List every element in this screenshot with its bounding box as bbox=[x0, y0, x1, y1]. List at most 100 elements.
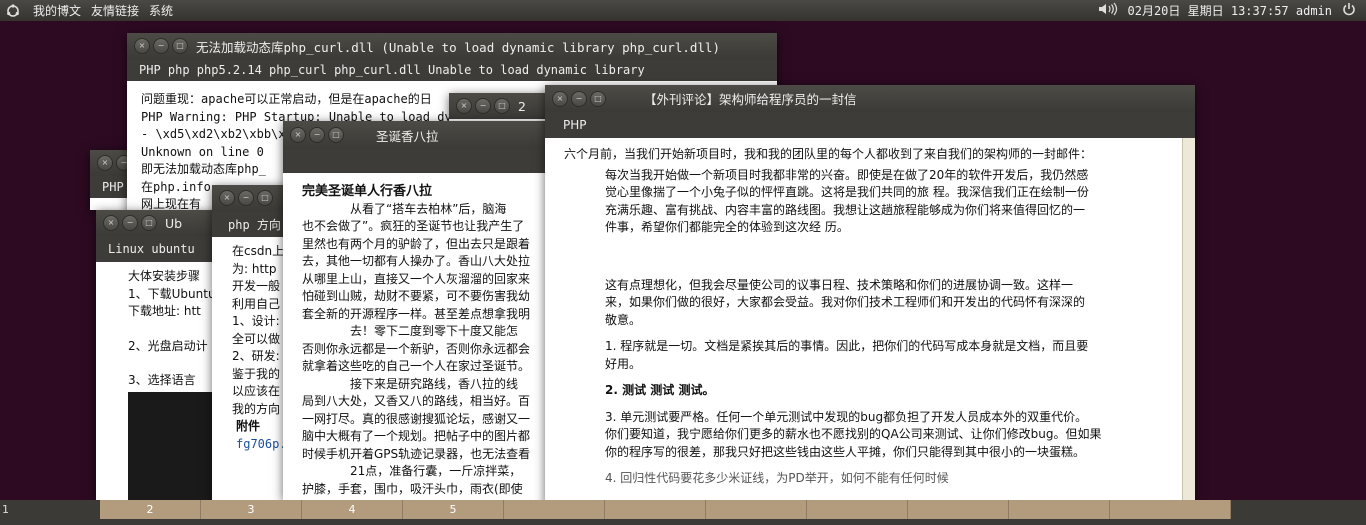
text-line: 21点，准备行囊，一斤凉拌菜， bbox=[302, 464, 522, 478]
paragraph: 3. 单元测试要严格。任何一个单元测试中发现的bug都负担了开发人员成本外的双重… bbox=[564, 409, 1175, 462]
paragraph: 4. 回归性代码要花多少米证线，为PD举开，如何不能有任何时候 bbox=[605, 471, 949, 485]
text-line: 2、研发: bbox=[232, 349, 280, 363]
maximize-icon[interactable]: □ bbox=[494, 98, 510, 114]
window-content: 六个月前，当我们开始新项目时，我和我的团队里的每个人都收到了来自我们的架构师的一… bbox=[545, 138, 1195, 488]
text-line: 从看了“搭车去柏林”后，脑海 bbox=[302, 201, 507, 216]
text-line: 鉴于我的 bbox=[232, 366, 281, 381]
text-line: 好用。 bbox=[605, 356, 642, 371]
close-icon[interactable]: × bbox=[134, 38, 150, 54]
close-icon[interactable]: × bbox=[552, 90, 568, 107]
minimize-icon[interactable]: − bbox=[571, 90, 587, 107]
text-line: 就拿着这些吃的自己一个人在家过圣诞节。 bbox=[302, 359, 531, 373]
window-christmas[interactable]: × − □ 圣诞香八拉 完美圣诞单人行香八拉 从看了“搭车去柏林”后，脑海 也不会做… bbox=[283, 121, 548, 500]
attachment-link[interactable]: fg706p. bbox=[232, 436, 288, 454]
text-line: 怕碰到山贼，劫财不要紧，可不要伤害我幼 bbox=[302, 289, 531, 303]
window-title: 2 bbox=[518, 98, 526, 114]
window-small-2[interactable]: × − □ 2 bbox=[449, 93, 549, 123]
menu-system[interactable]: 系统 bbox=[144, 2, 178, 19]
text-line: 接下来是研究路线，香八拉的线 bbox=[302, 376, 519, 391]
workspace-10[interactable] bbox=[908, 500, 1009, 519]
text-line: 每次当我开始做一个新项目时我都非常的兴奋。即使是在做了20年的软件开发后，我仍然… bbox=[605, 167, 1089, 182]
window-titlebar[interactable]: × − □ 2 bbox=[449, 93, 549, 119]
text-line: 时候手机开着GPS轨迹记录器，也无法查看 bbox=[302, 446, 531, 461]
text-line: 护膝，手套，围巾，吸汗头巾，雨衣(即使 bbox=[302, 481, 523, 496]
close-icon[interactable]: × bbox=[103, 215, 119, 231]
text-line: 在csdn上 bbox=[232, 244, 285, 258]
text-line: 你们要知道，我宁愿给你们更多的薪水也不愿找别的QA公司来测试、让你们修改bug。… bbox=[605, 427, 1102, 441]
window-content: 完美圣诞单人行香八拉 从看了“搭车去柏林”后，脑海 也不会做了”。疯狂的圣诞节也… bbox=[283, 173, 548, 498]
minimize-icon[interactable]: − bbox=[309, 127, 325, 143]
article-heading: 完美圣诞单人行香八拉 bbox=[302, 184, 433, 199]
workspace-9[interactable] bbox=[807, 500, 908, 519]
workspace-2[interactable]: 2 bbox=[100, 500, 201, 519]
text-line: 3. 单元测试要严格。任何一个单元测试中发现的bug都负担了开发人员成本外的双重… bbox=[605, 409, 1088, 424]
text-line: 一网打尽。真的很感谢搜狐论坛，感谢又一 bbox=[302, 411, 531, 426]
text-line: 脑中大概有了一个规划。把帖子中的图片都 bbox=[302, 429, 531, 443]
window-titlebar[interactable]: × − □ 【外刊评论】架构师给程序员的一封信 bbox=[545, 85, 1195, 112]
maximize-icon[interactable]: □ bbox=[328, 127, 344, 143]
workspace-11[interactable] bbox=[1009, 500, 1110, 519]
maximize-icon[interactable]: □ bbox=[141, 215, 157, 231]
text-line: 充满乐趣、富有挑战、内容丰富的路线图。我想让这趟旅程能够成为你们将来值得回忆的一 bbox=[605, 202, 1086, 217]
text-line: 你的程序写的很差，那我只好把这些钱由这些人平摊，你们只能得到其中很小的一块蛋糕。 bbox=[605, 444, 1086, 459]
maximize-icon[interactable]: □ bbox=[590, 90, 606, 107]
power-icon[interactable] bbox=[1342, 2, 1356, 19]
menu-links[interactable]: 友情链接 bbox=[86, 2, 144, 19]
close-icon[interactable]: × bbox=[97, 155, 113, 171]
text-line: 来，如果你们做的很好，大家都会受益。我对你们技术工程师们和开发出的代码怀有深深的 bbox=[605, 295, 1086, 309]
workspace-7[interactable] bbox=[605, 500, 706, 519]
window-tags: PHP bbox=[545, 112, 1195, 138]
close-icon[interactable]: × bbox=[456, 98, 472, 114]
workspace-4[interactable]: 4 bbox=[302, 500, 403, 519]
workspace-5[interactable]: 5 bbox=[403, 500, 504, 519]
text-line: 1、设计: bbox=[232, 314, 280, 328]
text-line: 套全新的开源程序一样。甚至差点想拿我明 bbox=[302, 306, 531, 321]
text-line: 为: http bbox=[232, 261, 277, 276]
panel-spacer bbox=[1231, 500, 1366, 519]
window-titlebar[interactable]: × − □ 圣诞香八拉 bbox=[283, 121, 548, 149]
ubuntu-logo-icon[interactable] bbox=[4, 3, 22, 18]
paragraph: 这有点理想化，但我会尽量使公司的议事日程、技术策略和你们的进展协调一致。这样一 … bbox=[564, 277, 1175, 330]
text-line: 件事，希望你们都能完全的体验到这次经 历。 bbox=[605, 220, 849, 234]
clock-datetime[interactable]: 02月20日 星期日 13:37:57 admin bbox=[1128, 2, 1333, 19]
scrollbar[interactable] bbox=[1182, 138, 1195, 510]
minimize-icon[interactable]: − bbox=[238, 190, 254, 206]
paragraph: 1. 程序就是一切。文档是紧挨其后的事情。因此，把你们的代码写成本身就是文档，而… bbox=[564, 338, 1175, 373]
window-tags: PHP php php5.2.14 php_curl php_curl.dll … bbox=[127, 59, 777, 81]
window-tags bbox=[283, 149, 548, 173]
text-line: 利用自己 bbox=[232, 296, 281, 311]
text-line: 从哪里上山，直接又一个人灰溜溜的回家来 bbox=[302, 271, 531, 286]
text-line: 全可以做 bbox=[232, 331, 281, 346]
speaker-icon[interactable] bbox=[1098, 2, 1118, 19]
workspace-12[interactable] bbox=[1110, 500, 1231, 519]
minimize-icon[interactable]: − bbox=[153, 38, 169, 54]
text-line: 里然也有两个月的驴龄了，但出去只是跟着 bbox=[302, 236, 531, 251]
top-panel: 我的博文 友情链接 系统 02月20日 星期日 13:37:57 admin bbox=[0, 0, 1366, 21]
close-icon[interactable]: × bbox=[290, 127, 306, 143]
workspace-1[interactable]: 1 bbox=[0, 500, 101, 519]
attachment-label: 附件 bbox=[236, 419, 261, 433]
text-line: 去！零下二度到零下十度又能怎 bbox=[302, 324, 519, 338]
window-titlebar[interactable]: × − □ 无法加载动态库php_curl.dll (Unable to load … bbox=[127, 33, 777, 59]
text-line: 否则你永远都是一个新驴，否则你永远都会 bbox=[302, 341, 531, 356]
menu-blog[interactable]: 我的博文 bbox=[28, 2, 86, 19]
text-line: 我的方向 bbox=[232, 401, 281, 416]
text-line: 六个月前，当我们开始新项目时，我和我的团队里的每个人都收到了来自我们的架构师的一… bbox=[564, 147, 1093, 161]
maximize-icon[interactable]: □ bbox=[257, 190, 273, 206]
window-letter[interactable]: × − □ 【外刊评论】架构师给程序员的一封信 PHP 六个月前，当我们开始新项目时… bbox=[545, 85, 1195, 510]
text-line: 也不会做了”。疯狂的圣诞节也让我产生了 bbox=[302, 219, 525, 233]
paragraph-bold: 2. 测试 测试 测试。 bbox=[605, 383, 715, 397]
workspace-8[interactable] bbox=[706, 500, 807, 519]
minimize-icon[interactable]: − bbox=[475, 98, 491, 114]
text-line: 开发一般 bbox=[232, 279, 281, 293]
quote-block: 每次当我开始做一个新项目时我都非常的兴奋。即使是在做了20年的软件开发后，我仍然… bbox=[564, 167, 1175, 237]
workspace-6[interactable] bbox=[504, 500, 605, 519]
close-icon[interactable]: × bbox=[219, 190, 235, 206]
window-title: 无法加载动态库php_curl.dll (Unable to load dyna… bbox=[196, 39, 720, 55]
window-title: Ub bbox=[165, 215, 183, 231]
workspace-3[interactable]: 3 bbox=[201, 500, 302, 519]
window-title: 【外刊评论】架构师给程序员的一封信 bbox=[644, 92, 857, 107]
minimize-icon[interactable]: − bbox=[122, 215, 138, 231]
text-line: 以应该在 bbox=[232, 384, 281, 398]
maximize-icon[interactable]: □ bbox=[172, 38, 188, 54]
